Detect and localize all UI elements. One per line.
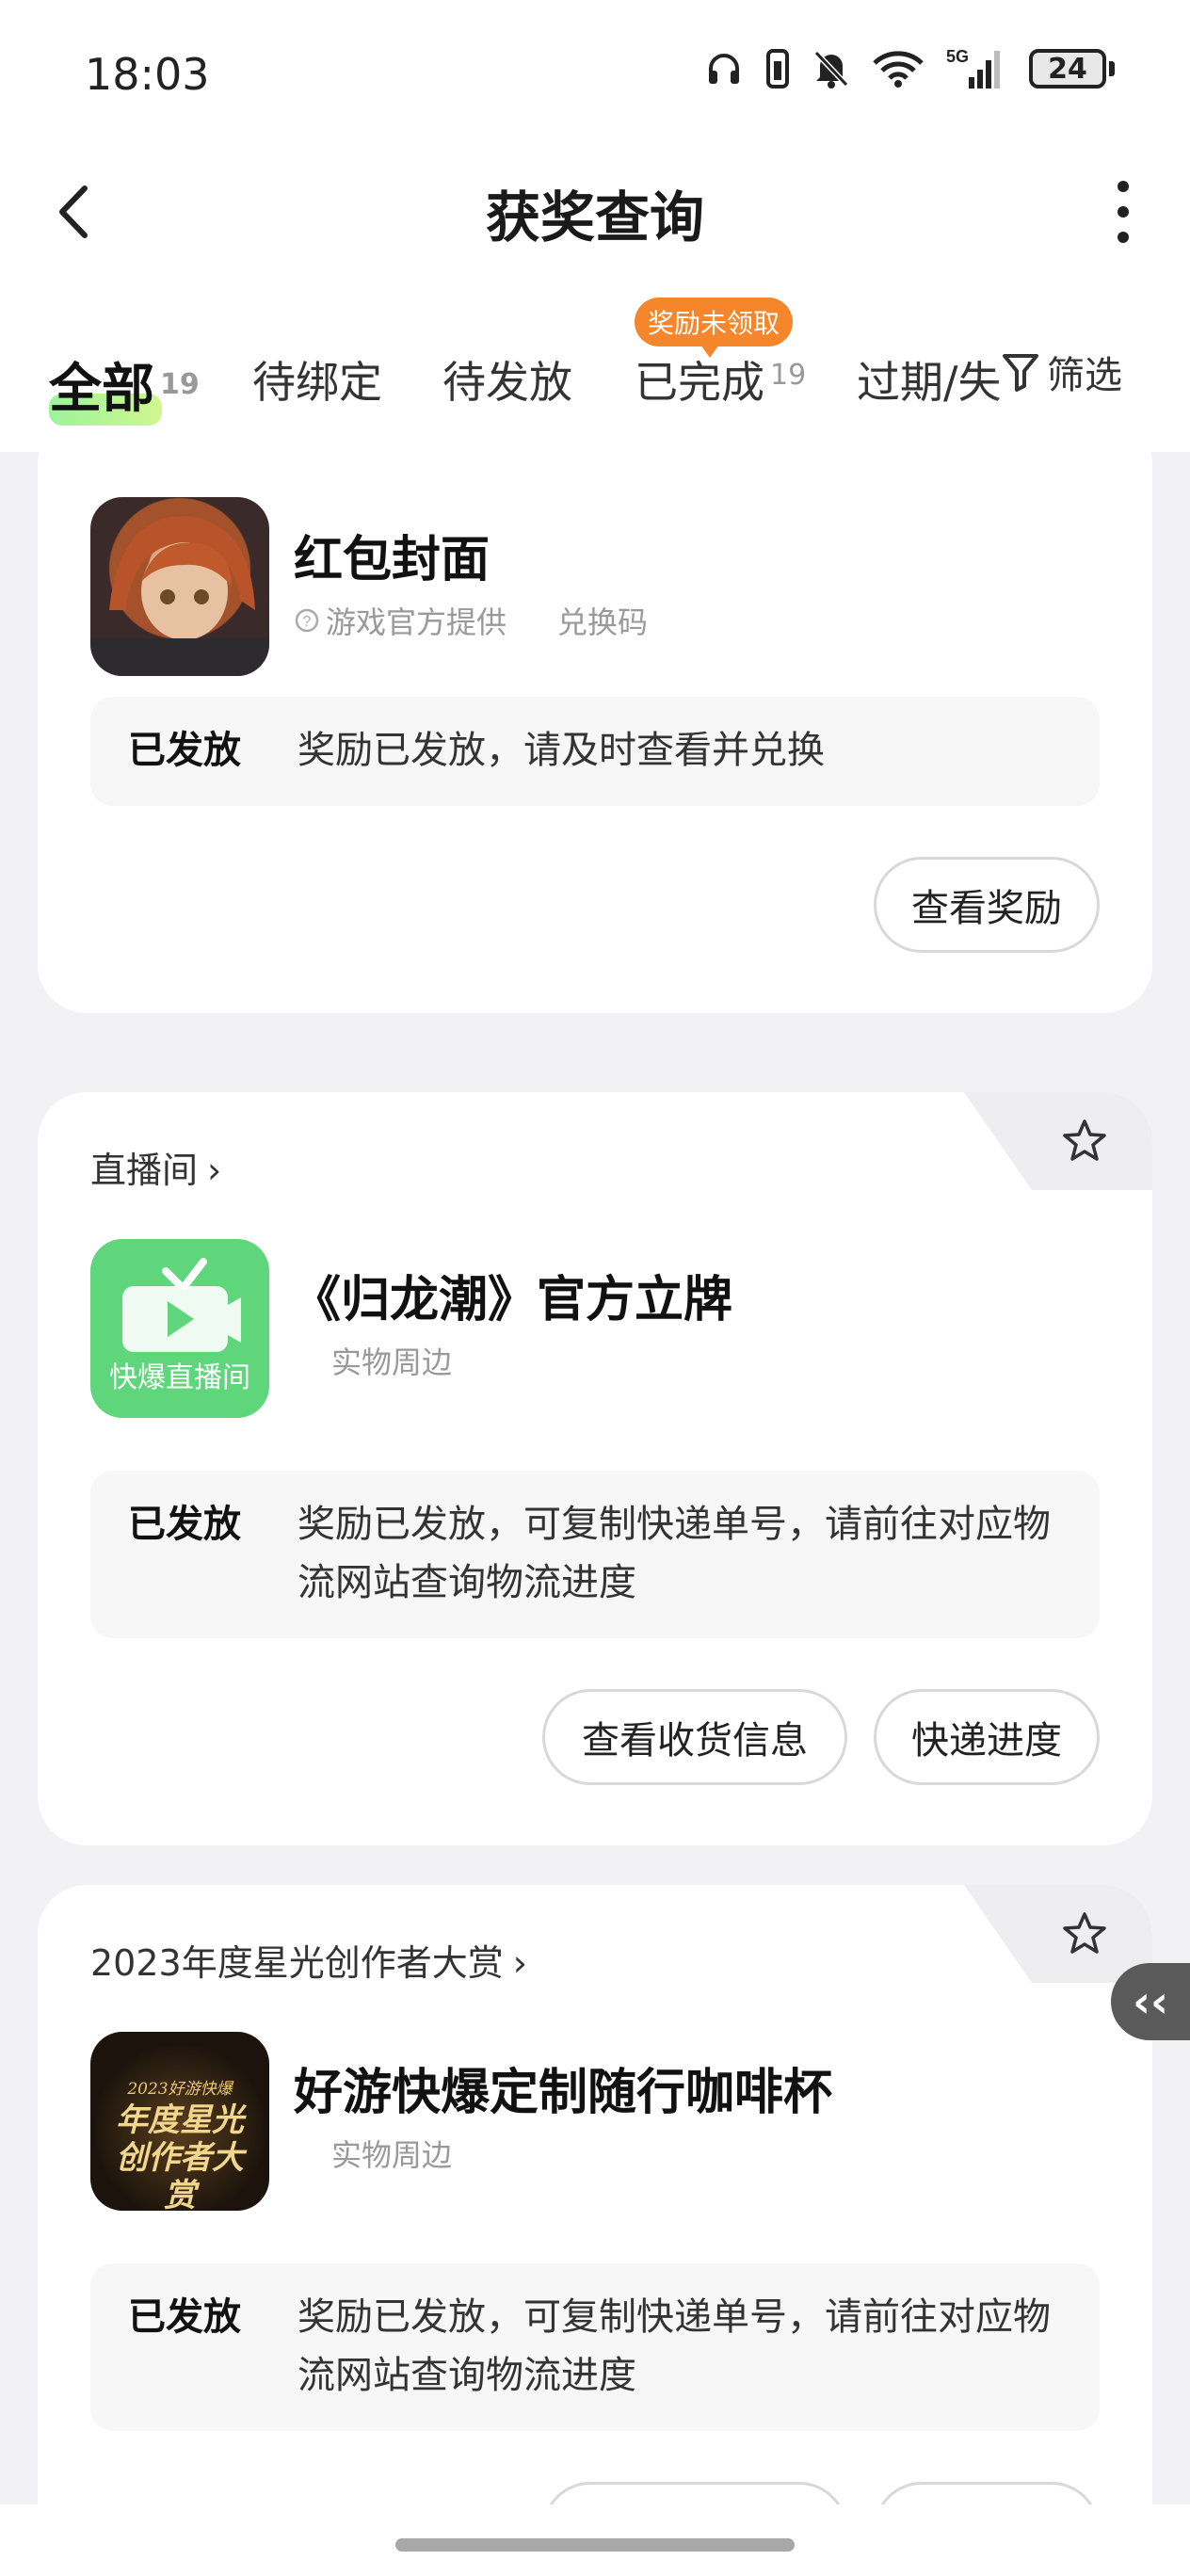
tab-completed[interactable]: 已完成 19	[635, 348, 806, 411]
reward-card: 2023年度星光创作者大赏 › 2023好游快爆 年度星光创作者大赏 好游快爆定制…	[38, 1885, 1152, 2514]
source-label: 直播间	[90, 1150, 199, 1191]
tab-label: 全部	[49, 359, 154, 420]
reward-title: 《归龙潮》官方立牌	[292, 1272, 733, 1328]
status-description: 奖励已发放，请及时查看并兑换	[298, 729, 825, 772]
wifi-icon	[873, 51, 924, 88]
status-bar: 18:03 5G 24	[0, 0, 1190, 151]
svg-text:5G: 5G	[946, 47, 969, 66]
star-icon[interactable]	[1062, 1911, 1107, 1955]
reward-title: 好游快爆定制随行咖啡杯	[294, 2065, 833, 2121]
battery-level: 24	[1029, 49, 1106, 89]
tab-label: 待绑定	[252, 357, 382, 408]
tab-pending-bind[interactable]: 待绑定	[252, 348, 382, 411]
status-description: 奖励已发放，可复制快递单号，请前往对应物流网站查询物流进度	[298, 2295, 1051, 2397]
tab-all[interactable]: 全部 19	[49, 346, 200, 423]
reward-status-note: 已发放 奖励已发放，可复制快递单号，请前往对应物流网站查询物流进度	[90, 1471, 1100, 1638]
favorite-tab[interactable]	[964, 1092, 1152, 1190]
filter-label: 筛选	[1047, 354, 1122, 397]
reward-card: 红包封面 ? 游戏官方提供 兑换码 已发放 奖励已发放，请及时查看并兑换 查看奖…	[38, 452, 1152, 1013]
filter-icon	[1003, 354, 1038, 392]
reward-category: 实物周边	[331, 1344, 453, 1380]
filter-button[interactable]: 筛选	[992, 320, 1190, 424]
page-title: 获奖查询	[485, 185, 704, 250]
tab-count: 19	[160, 368, 200, 401]
status-label: 已发放	[128, 729, 241, 772]
home-gesture-handle[interactable]	[395, 2538, 795, 2552]
favorite-tab[interactable]	[964, 1885, 1152, 1983]
thumb-subcaption: 2023好游快爆	[127, 2080, 233, 2099]
status-label: 已发放	[128, 2295, 241, 2339]
tab-bar: 全部 19 待绑定 待发放 奖励未领取 已完成 19 过期/失 筛选	[0, 273, 1190, 452]
battery-icon: 24	[1029, 49, 1115, 89]
svg-text:?: ?	[303, 614, 312, 630]
reward-card: 直播间 › 快爆直播间 《归龙潮》官方立牌 实物周边 已发放 奖励已发放，可复制快…	[38, 1092, 1152, 1845]
tab-pending-issue[interactable]: 待发放	[442, 348, 572, 411]
view-shipping-info-button[interactable]: 查看收货信息	[542, 1689, 847, 1785]
status-description: 奖励已发放，可复制快递单号，请前往对应物流网站查询物流进度	[298, 1503, 1051, 1604]
tab-label: 过期/失	[857, 357, 1002, 408]
reward-category: 兑换码	[557, 604, 649, 640]
unclaimed-reward-badge: 奖励未领取	[635, 298, 794, 358]
chevron-right-icon: ›	[207, 1150, 222, 1191]
app-header: 获奖查询	[0, 151, 1190, 273]
reward-status-note: 已发放 奖励已发放，可复制快递单号，请前往对应物流网站查询物流进度	[90, 2263, 1100, 2431]
tab-expired[interactable]: 过期/失	[857, 348, 1002, 411]
status-icons: 5G 24	[705, 47, 1115, 90]
headphones-icon	[709, 54, 739, 84]
reward-provider: ? 游戏官方提供	[294, 599, 507, 642]
thumb-caption: 年度星光创作者大赏	[116, 2101, 244, 2211]
tab-label: 待发放	[442, 357, 572, 408]
reward-status-note: 已发放 奖励已发放，请及时查看并兑换	[90, 697, 1100, 806]
tracking-progress-button[interactable]: 快递进度	[874, 1689, 1100, 1785]
mute-bell-icon	[813, 50, 849, 89]
source-label: 2023年度星光创作者大赏	[90, 1942, 504, 1984]
chevron-right-icon: ›	[512, 1942, 527, 1984]
vibrate-icon	[766, 49, 789, 89]
anime-avatar-image	[90, 516, 269, 676]
provider-text: 游戏官方提供	[326, 604, 507, 640]
reward-thumbnail: 2023好游快爆 年度星光创作者大赏	[90, 2032, 269, 2211]
reward-title: 红包封面	[294, 532, 490, 588]
system-nav-bar	[0, 2504, 1190, 2576]
more-options-button[interactable]	[1109, 177, 1137, 247]
source-link[interactable]: 2023年度星光创作者大赏 ›	[90, 1934, 527, 1986]
source-link[interactable]: 直播间 ›	[90, 1141, 221, 1193]
status-label: 已发放	[128, 1503, 241, 1546]
reward-thumbnail: 快爆直播间	[90, 1239, 269, 1418]
help-circle-icon[interactable]: ?	[294, 607, 320, 634]
tab-count: 19	[770, 359, 807, 392]
side-collapse-handle[interactable]: ‹‹	[1111, 1963, 1190, 2040]
tab-label: 已完成	[635, 357, 764, 408]
thumb-caption: 快爆直播间	[109, 1361, 250, 1394]
signal-5g-icon: 5G	[946, 47, 1000, 89]
status-time: 18:03	[85, 49, 210, 100]
reward-category: 实物周边	[331, 2137, 453, 2173]
reward-thumbnail	[90, 497, 269, 676]
view-reward-button[interactable]: 查看奖励	[874, 857, 1100, 953]
reward-list[interactable]: 红包封面 ? 游戏官方提供 兑换码 已发放 奖励已发放，请及时查看并兑换 查看奖…	[0, 452, 1190, 2514]
star-icon[interactable]	[1062, 1119, 1107, 1162]
